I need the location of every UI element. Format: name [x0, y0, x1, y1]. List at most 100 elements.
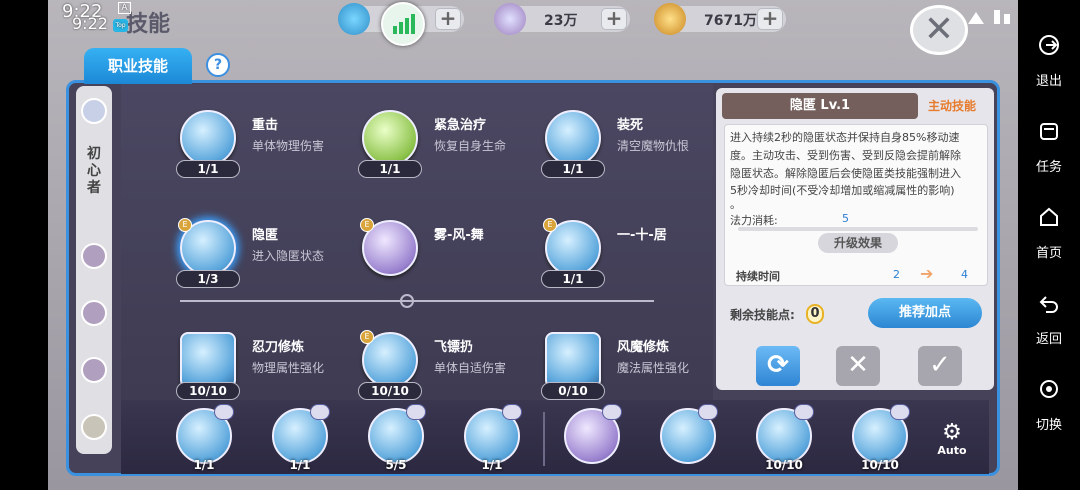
skill-name: 紧急治疗	[434, 118, 487, 133]
slot-count: 1/1	[289, 458, 311, 472]
swirl-class-icon[interactable]	[81, 300, 107, 326]
star-class-icon[interactable]	[81, 357, 107, 383]
hotbar-slot-5[interactable]	[562, 404, 622, 472]
skill-points-label: 剩余技能点:	[730, 308, 795, 322]
home-icon	[1040, 207, 1058, 226]
status-time-overlay: 9:22	[72, 14, 108, 33]
hotbar-slot-8[interactable]: 10/10	[850, 404, 910, 472]
hotbar-slot-2[interactable]: 1/1	[270, 404, 330, 472]
skill-count: 10/10	[176, 382, 240, 400]
shuriken-class-icon[interactable]	[81, 243, 107, 269]
detail-line-2: 度。主动攻击、受到伤害、受到反隐会提前解除	[730, 149, 961, 162]
skill-count: 1/1	[541, 160, 605, 178]
skill-mist-wind-dance[interactable]: E 雾-风-舞	[360, 218, 552, 300]
home-label: 首页	[1035, 246, 1062, 261]
close-button[interactable]: ✕	[910, 5, 968, 55]
skill-name: 忍刀修炼	[252, 340, 305, 355]
slot-count: 1/1	[481, 458, 503, 472]
detail-line-5: 。	[730, 198, 741, 211]
skill-play-dead[interactable]: 1/1 装死 清空魔物仇恨	[541, 110, 735, 190]
back-icon	[1039, 296, 1058, 313]
tab-profession-skills[interactable]: 职业技能	[84, 48, 192, 84]
slot-count: 10/10	[861, 458, 899, 472]
skill-name: 飞镖扔	[434, 340, 474, 355]
lock-icon	[214, 404, 234, 420]
lock-icon	[602, 404, 622, 420]
skill-name: 隐匿	[252, 228, 279, 243]
arrow-right-icon: ➔	[920, 264, 934, 283]
help-button[interactable]: ?	[206, 53, 230, 77]
tasks-label: 任务	[1035, 160, 1062, 175]
skill-hide[interactable]: E 1/3 隐匿 进入隐匿状态	[176, 218, 370, 300]
gear-icon: ⚙	[942, 420, 962, 445]
skill-type-label: 主动技能	[928, 99, 977, 113]
hotbar-slot-1[interactable]: 1/1	[174, 404, 234, 472]
play-dead-icon	[545, 110, 601, 166]
back-label: 返回	[1035, 332, 1062, 347]
skill-count: 0/10	[541, 382, 605, 400]
lock-icon	[310, 404, 330, 420]
lock-icon	[406, 404, 426, 420]
auto-settings-button[interactable]: ⚙ Auto	[934, 422, 970, 462]
skill-count: 1/1	[358, 160, 422, 178]
class-label: 初心者	[87, 146, 101, 196]
switch-icon	[1040, 380, 1058, 398]
refresh-icon: ⟳	[767, 350, 789, 380]
class-sidebar	[76, 86, 112, 454]
lock-icon	[502, 404, 522, 420]
confirm-button[interactable]: ✓	[918, 346, 962, 386]
exit-label: 退出	[1035, 74, 1062, 89]
lock-icon	[698, 404, 718, 420]
tasks-icon	[1040, 123, 1058, 140]
exit-icon	[1039, 35, 1059, 55]
skill-count: 10/10	[358, 382, 422, 400]
first-aid-icon	[362, 110, 418, 166]
ninja-class-icon[interactable]	[81, 414, 107, 440]
tasks-button[interactable]: 任务	[1018, 120, 1080, 175]
skill-points-value: 0	[806, 304, 824, 324]
lock-icon	[794, 404, 814, 420]
upgrade-effect-label: 升级效果	[818, 233, 898, 253]
mana-cost-value: 5	[842, 212, 849, 225]
hotbar-slot-3[interactable]: 5/5	[366, 404, 426, 472]
bash-icon	[180, 110, 236, 166]
skill-ichi-juu-kyo[interactable]: E 1/1 一-十-居	[541, 218, 735, 300]
skill-count: 1/1	[541, 270, 605, 288]
skill-detail-title: 隐匿 Lv.1	[722, 93, 918, 119]
skill-desc: 物理属性强化	[252, 361, 325, 375]
tier-divider	[180, 294, 654, 308]
recommend-points-button[interactable]: 推荐加点	[868, 298, 982, 328]
notification-icon: A	[118, 2, 131, 14]
hotbar-divider	[543, 412, 545, 466]
switch-button[interactable]: 切换	[1018, 378, 1080, 433]
switch-label: 切换	[1035, 418, 1062, 433]
lock-icon	[890, 404, 910, 420]
skill-desc: 单体自适伤害	[434, 361, 507, 375]
skill-desc: 清空魔物仇恨	[617, 139, 690, 153]
slot-count: 5/5	[385, 458, 407, 472]
skill-first-aid[interactable]: 1/1 紧急治疗 恢复自身生命	[358, 110, 552, 190]
exit-button[interactable]: 退出	[1018, 34, 1080, 89]
novice-class-icon[interactable]	[81, 98, 107, 124]
skill-bash[interactable]: 1/1 重击 单体物理伤害	[176, 110, 370, 190]
home-button[interactable]: 首页	[1018, 206, 1080, 261]
hotbar-slot-4[interactable]: 1/1	[462, 404, 522, 472]
level-slider	[738, 227, 978, 231]
skill-count: 1/3	[176, 270, 240, 288]
hotbar-slot-6[interactable]	[658, 404, 718, 472]
medal-icon: E	[178, 218, 192, 232]
skill-name: 一-十-居	[617, 228, 667, 243]
cancel-button[interactable]: ✕	[836, 346, 880, 386]
auto-label: Auto	[937, 444, 967, 457]
hotbar-slot-7[interactable]: 10/10	[754, 404, 814, 472]
slot-count: 10/10	[765, 458, 803, 472]
detail-line-4: 5秒冷却时间(不受冷却增加或缩减属性的影响)	[730, 184, 955, 197]
skill-name: 雾-风-舞	[434, 228, 484, 243]
signal-strength-icon	[381, 2, 425, 46]
medal-icon: E	[360, 330, 374, 344]
back-button[interactable]: 返回	[1018, 292, 1080, 347]
skill-desc: 单体物理伤害	[252, 139, 325, 153]
reset-button[interactable]: ⟳	[756, 346, 800, 386]
medal-icon: E	[543, 218, 557, 232]
slot-count: 1/1	[193, 458, 215, 472]
